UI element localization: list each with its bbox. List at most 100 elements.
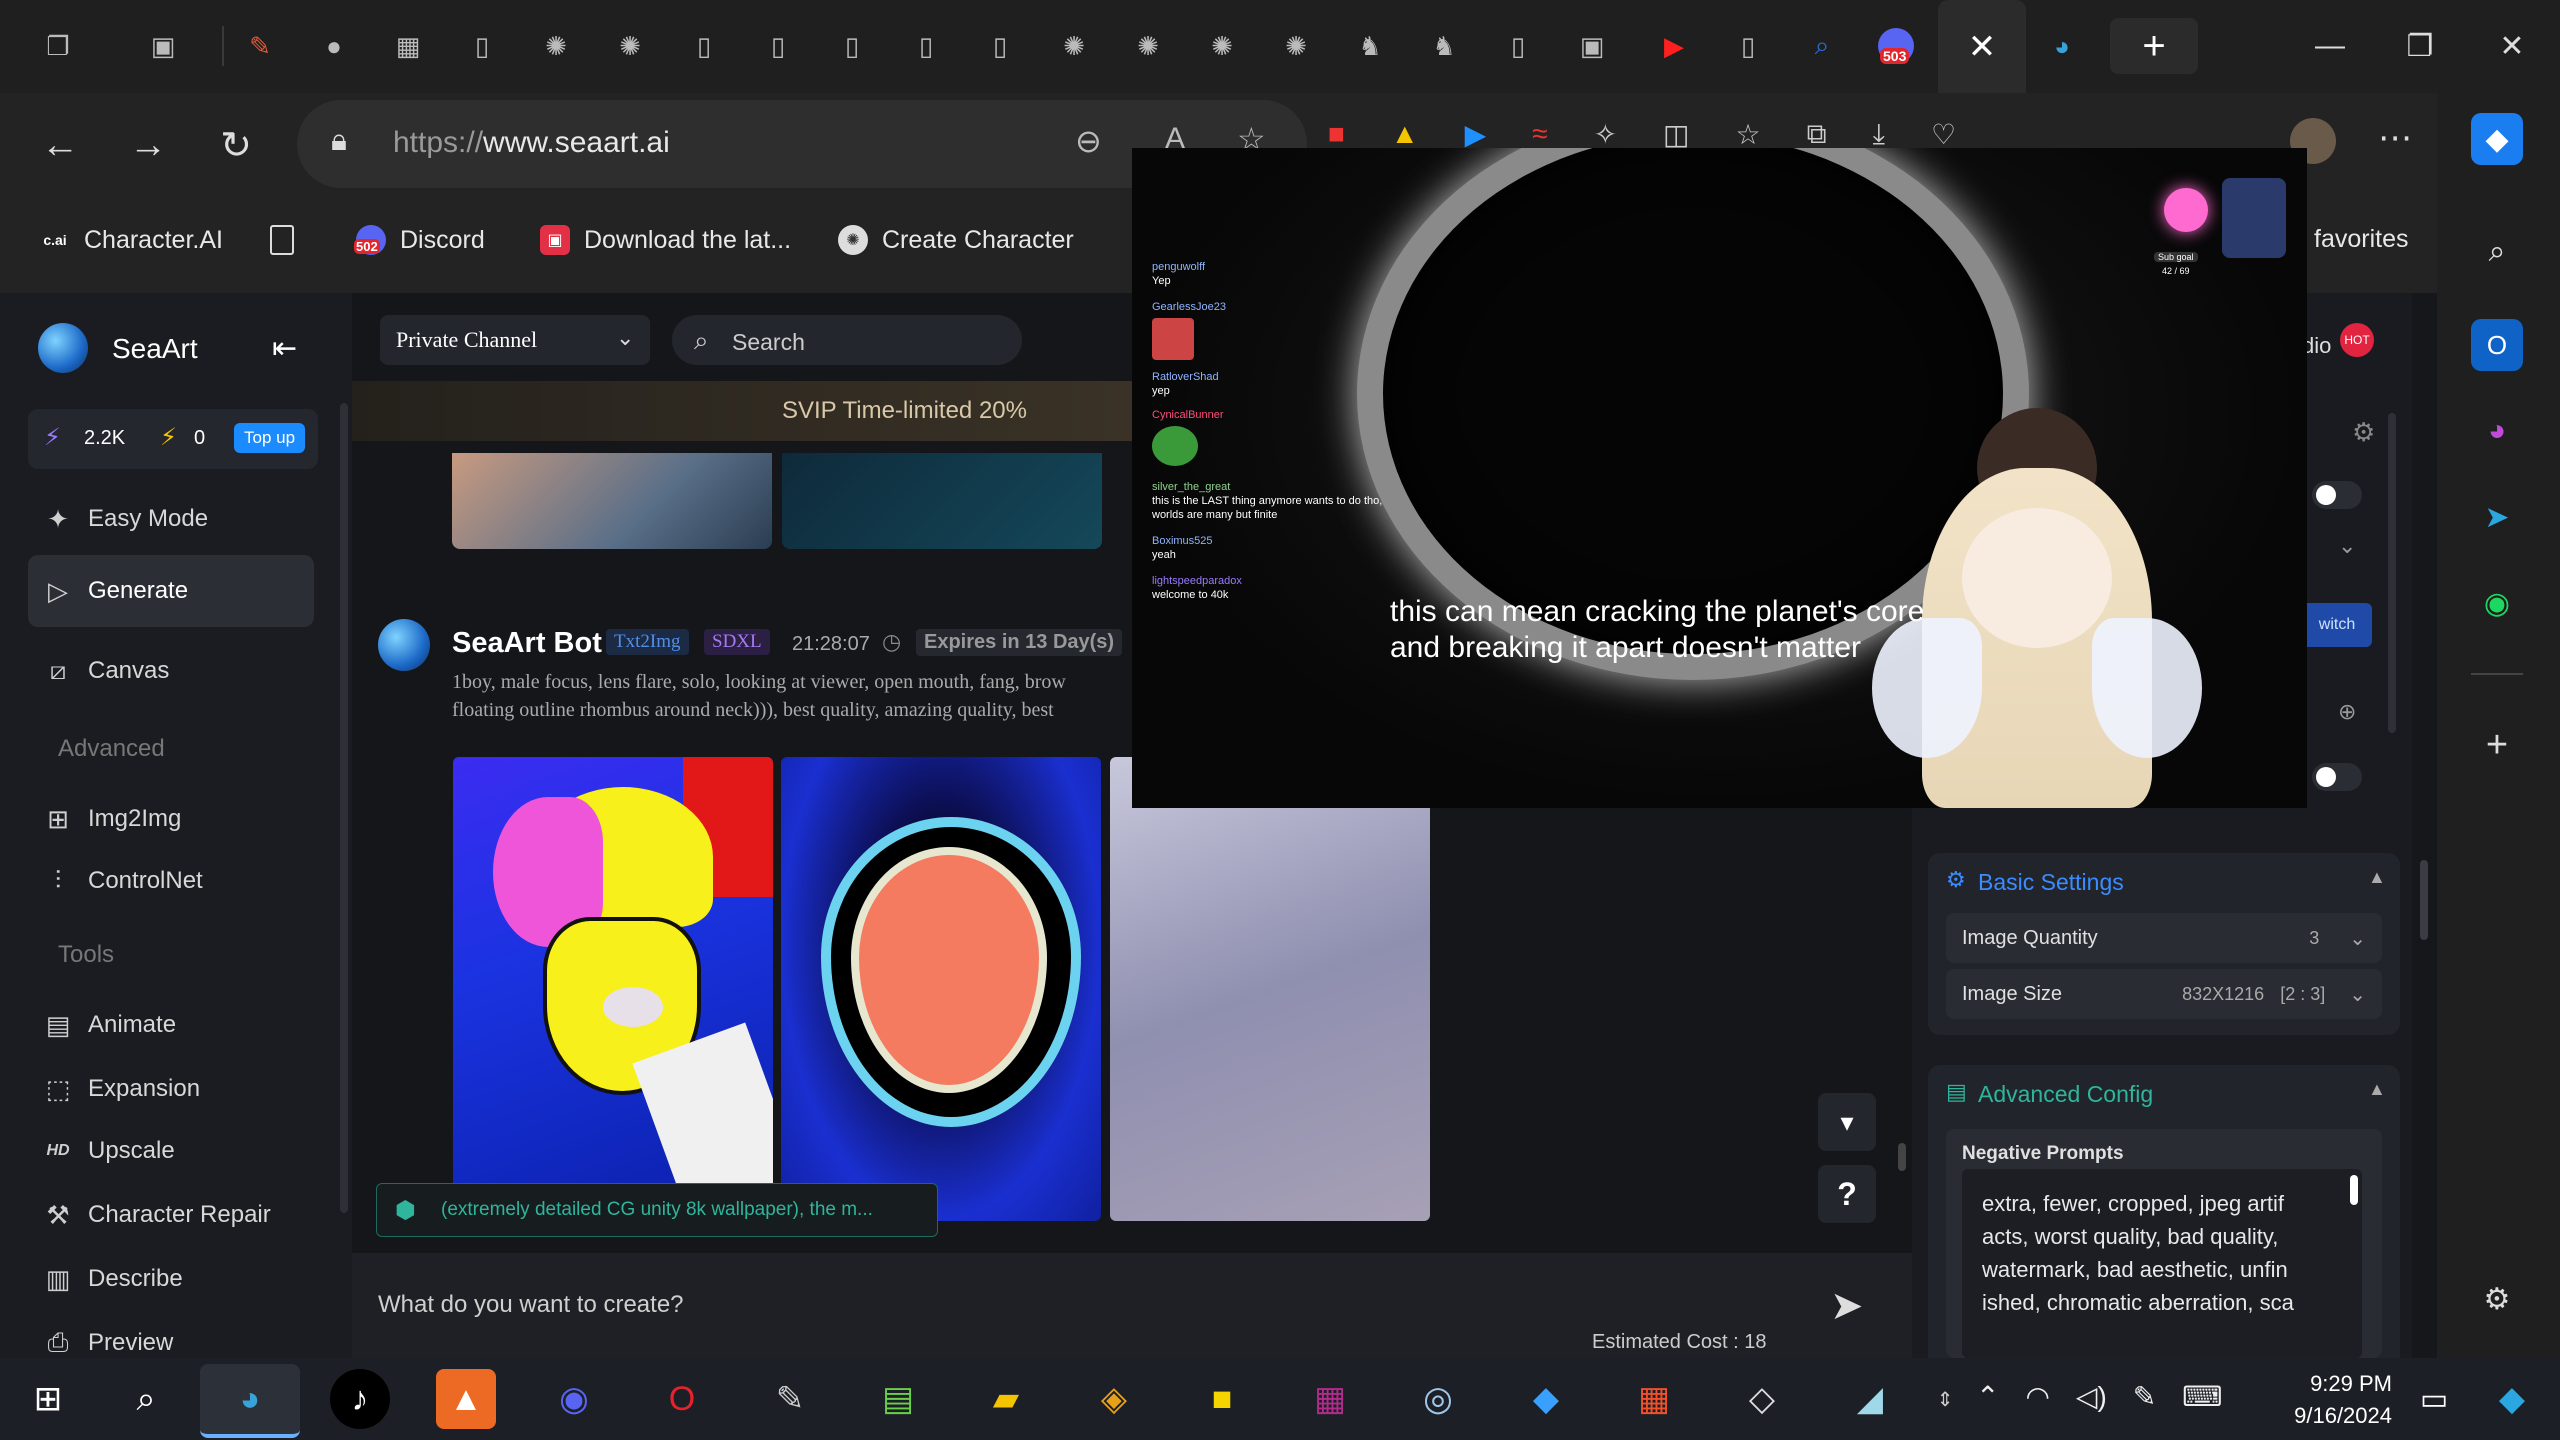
tab-favicon-openai-icon[interactable]: ✺ — [1268, 18, 1324, 74]
negative-prompts-textarea[interactable]: extra, fewer, cropped, jpeg artif acts, … — [1962, 1169, 2362, 1358]
taskbar-opera-icon[interactable]: O — [652, 1369, 712, 1429]
bookmark-download[interactable]: ▣ Download the lat... — [540, 225, 791, 255]
bookmark-page[interactable] — [270, 225, 294, 255]
nav-controlnet[interactable]: ⫶ ControlNet — [28, 845, 314, 917]
tab-favicon-dark-icon[interactable]: ● — [306, 18, 362, 74]
tab-favicon-page-icon[interactable]: ▯ — [1720, 18, 1776, 74]
taskbar-scroll-icon[interactable]: ⇕ — [1930, 1369, 1960, 1429]
copilot-icon[interactable]: ◆ — [2471, 113, 2523, 165]
tab-favicon-openai-icon[interactable]: ✺ — [1046, 18, 1102, 74]
tab-favicon-animal-icon[interactable]: ♞ — [1416, 18, 1472, 74]
prompt-chip[interactable]: ⬢ (extremely detailed CG unity 8k wallpa… — [376, 1183, 938, 1237]
forward-icon[interactable]: → — [118, 115, 178, 175]
taskbar-search-icon[interactable]: ⌕ — [116, 1369, 176, 1429]
nav-upscale[interactable]: HD Upscale — [28, 1115, 314, 1187]
tab-favicon-youtube-icon[interactable]: ▶ — [1646, 18, 1702, 74]
taskbar-roblox-studio-icon[interactable]: ◆ — [1516, 1369, 1576, 1429]
tab-favicon-page-icon[interactable]: ▯ — [1490, 18, 1546, 74]
more-menu-icon[interactable]: ⋯ — [2378, 118, 2412, 158]
settings-gear-icon[interactable]: ⚙ — [2352, 417, 2375, 448]
bookmark-discord[interactable]: 502 Discord — [354, 225, 485, 255]
taskbar-orange-app-icon[interactable]: ▲ — [436, 1369, 496, 1429]
toggle-switch[interactable] — [2312, 481, 2362, 509]
generated-image-3[interactable] — [1110, 757, 1430, 1221]
chevron-up-icon[interactable]: ⌃ — [1976, 1380, 1999, 1413]
generated-image-2[interactable] — [781, 757, 1101, 1221]
textarea-scrollbar[interactable] — [2350, 1175, 2358, 1205]
chat-scrollbar[interactable] — [1898, 1143, 1906, 1171]
extension-blue-icon[interactable]: ▶ — [1465, 118, 1487, 151]
volume-icon[interactable]: ◁) — [2076, 1380, 2107, 1413]
tab-favicon-page-icon[interactable]: ▯ — [676, 18, 732, 74]
taskbar-notepad-icon[interactable]: ▤ — [868, 1369, 928, 1429]
tab-favicon-openai-icon[interactable]: ✺ — [602, 18, 658, 74]
notifications-icon[interactable]: ▭ — [2404, 1369, 2464, 1429]
extensions-puzzle-icon[interactable]: ✧ — [1594, 118, 1617, 151]
taskbar-app-icon[interactable]: ◢ — [1840, 1369, 1900, 1429]
previous-image[interactable] — [782, 453, 1102, 549]
chevron-down-icon[interactable]: ⌄ — [2338, 533, 2356, 559]
taskbar-steam-icon[interactable]: ◎ — [1408, 1369, 1468, 1429]
pip-video-overlay[interactable]: penguwolff Yep GearlessJoe23 RatloverShad… — [1132, 148, 2307, 808]
extension-yellow-icon[interactable]: ▲ — [1391, 118, 1419, 151]
switch-button[interactable]: witch — [2302, 603, 2372, 647]
bookmark-character-ai[interactable]: c.ai Character.AI — [40, 225, 223, 255]
zoom-icon[interactable]: ⊖ — [1075, 122, 1102, 160]
new-tab-button[interactable]: + — [2110, 18, 2198, 74]
tab-favicon-openai-icon[interactable]: ✺ — [528, 18, 584, 74]
tab-favicon-openai-icon[interactable]: ✺ — [1194, 18, 1250, 74]
page-scrollbar[interactable] — [2420, 860, 2428, 940]
top-up-button[interactable]: Top up — [234, 423, 306, 453]
keyboard-icon[interactable]: ⌨ — [2182, 1380, 2222, 1413]
restore-icon[interactable]: ❐ — [2392, 22, 2448, 70]
tab-favicon-search-icon[interactable]: ⌕ — [1794, 18, 1850, 74]
collapse-icon[interactable]: ▲ — [2368, 867, 2386, 888]
scroll-down-button[interactable]: ▾ — [1818, 1093, 1876, 1151]
collapse-icon[interactable]: ▲ — [2368, 1079, 2386, 1100]
nav-animate[interactable]: ▤ Animate — [28, 989, 314, 1061]
taskbar-edge-icon[interactable]: ◕ — [200, 1364, 300, 1438]
bookmark-favorites-folder[interactable]: favorites — [2314, 225, 2408, 254]
tab-favicon-page-icon[interactable]: ▯ — [898, 18, 954, 74]
prompt-input[interactable]: What do you want to create? Estimated Co… — [352, 1253, 1912, 1358]
minimize-icon[interactable]: — — [2302, 22, 2358, 70]
tab-favicon-animal-icon[interactable]: ♞ — [1342, 18, 1398, 74]
nav-canvas[interactable]: ⧄ Canvas — [28, 635, 314, 707]
collapse-sidebar-icon[interactable]: ⇤ — [272, 331, 297, 366]
nav-easy-mode[interactable]: ✦ Easy Mode — [28, 483, 314, 555]
tab-favicon-discord-icon[interactable]: 503 — [1868, 18, 1924, 74]
add-icon[interactable]: ⊕ — [2338, 699, 2356, 725]
taskbar-roblox-icon[interactable]: ◇ — [1732, 1369, 1792, 1429]
designer-icon[interactable]: ◕ — [2471, 405, 2523, 457]
search-icon[interactable]: ⌕ — [2471, 226, 2523, 278]
image-quantity-select[interactable]: Image Quantity 3 ⌄ — [1946, 913, 2382, 963]
refresh-icon[interactable]: ↻ — [206, 115, 266, 175]
tab-favicon-seaart-icon[interactable]: ◕ — [2034, 18, 2090, 74]
taskbar-discord-icon[interactable]: ◉ — [544, 1369, 604, 1429]
favorites-icon[interactable]: ☆ — [1736, 118, 1761, 151]
tab-actions-icon[interactable]: ▣ — [135, 18, 191, 74]
wifi-icon[interactable]: ◠ — [2025, 1380, 2049, 1413]
add-sidebar-app-icon[interactable]: + — [2471, 719, 2523, 771]
send-icon[interactable]: ➤ — [1830, 1283, 1864, 1329]
channel-select[interactable]: Private Channel ⌄ — [380, 315, 650, 365]
svip-banner[interactable]: SVIP Time-limited 20% — [352, 381, 1132, 441]
url-text[interactable]: https://www.seaart.ai — [393, 126, 670, 160]
active-tab-close-icon[interactable]: ✕ — [1938, 0, 2026, 93]
spotify-icon[interactable]: ◉ — [2471, 577, 2523, 629]
generated-image-1[interactable] — [453, 757, 773, 1221]
extension-red-icon[interactable]: ≈ — [1532, 118, 1547, 151]
tab-favicon-media-icon[interactable]: ▣ — [1564, 18, 1620, 74]
sidebar-settings-icon[interactable]: ⚙ — [2471, 1273, 2523, 1325]
workspaces-icon[interactable]: ❐ — [30, 18, 86, 74]
taskbar-copilot-icon[interactable]: ◆ — [2482, 1369, 2542, 1429]
taskbar-tiktok-icon[interactable]: ♪ — [330, 1369, 390, 1429]
tab-favicon-openai-icon[interactable]: ✺ — [1120, 18, 1176, 74]
adblock-extension-icon[interactable]: ■ — [1328, 118, 1345, 151]
pen-icon[interactable]: ✎ — [2133, 1380, 2156, 1413]
browser-essentials-icon[interactable]: ♡ — [1931, 118, 1956, 151]
taskbar-clock[interactable]: 9:29 PM 9/16/2024 — [2242, 1368, 2392, 1432]
taskbar-file-explorer-icon[interactable]: ▰ — [976, 1369, 1036, 1429]
taskbar-winrar-icon[interactable]: ▦ — [1300, 1369, 1360, 1429]
outlook-icon[interactable]: O — [2471, 319, 2523, 371]
